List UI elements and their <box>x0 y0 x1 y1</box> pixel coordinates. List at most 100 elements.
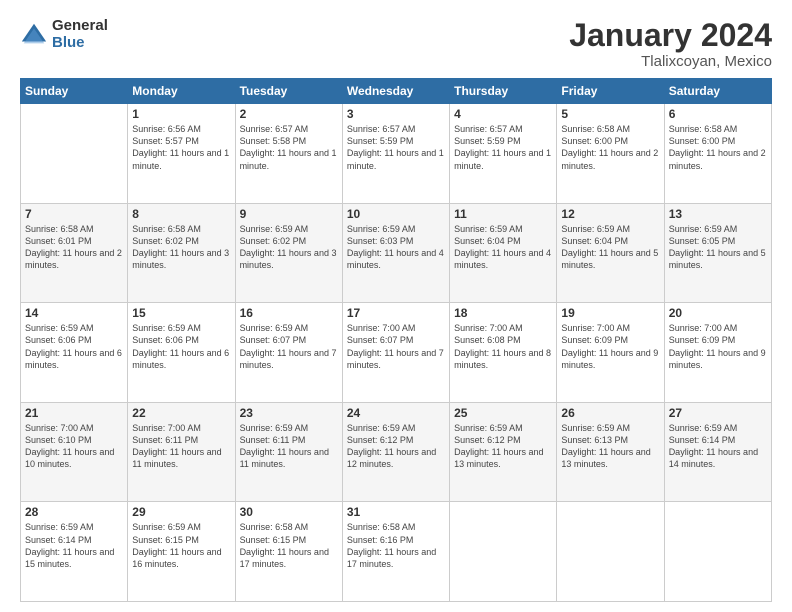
sunrise-text: Sunrise: 7:00 AM <box>561 323 630 333</box>
sunset-text: Sunset: 6:06 PM <box>25 335 92 345</box>
day-number: 17 <box>347 306 445 320</box>
day-info: Sunrise: 6:59 AM Sunset: 6:06 PM Dayligh… <box>25 322 123 371</box>
calendar-week-row: 28 Sunrise: 6:59 AM Sunset: 6:14 PM Dayl… <box>21 502 772 602</box>
calendar-cell: 24 Sunrise: 6:59 AM Sunset: 6:12 PM Dayl… <box>342 402 449 502</box>
sunset-text: Sunset: 6:03 PM <box>347 236 414 246</box>
sunrise-text: Sunrise: 6:59 AM <box>347 224 416 234</box>
calendar-cell: 8 Sunrise: 6:58 AM Sunset: 6:02 PM Dayli… <box>128 203 235 303</box>
calendar-week-row: 21 Sunrise: 7:00 AM Sunset: 6:10 PM Dayl… <box>21 402 772 502</box>
sunrise-text: Sunrise: 6:57 AM <box>454 124 523 134</box>
day-info: Sunrise: 6:59 AM Sunset: 6:06 PM Dayligh… <box>132 322 230 371</box>
daylight-text: Daylight: 11 hours and 8 minutes. <box>454 348 551 370</box>
calendar-cell: 29 Sunrise: 6:59 AM Sunset: 6:15 PM Dayl… <box>128 502 235 602</box>
col-friday: Friday <box>557 79 664 104</box>
day-info: Sunrise: 6:59 AM Sunset: 6:14 PM Dayligh… <box>669 422 767 471</box>
day-info: Sunrise: 7:00 AM Sunset: 6:08 PM Dayligh… <box>454 322 552 371</box>
day-info: Sunrise: 6:59 AM Sunset: 6:14 PM Dayligh… <box>25 521 123 570</box>
daylight-text: Daylight: 11 hours and 2 minutes. <box>25 248 122 270</box>
sunrise-text: Sunrise: 7:00 AM <box>347 323 416 333</box>
calendar-cell: 15 Sunrise: 6:59 AM Sunset: 6:06 PM Dayl… <box>128 303 235 403</box>
sunset-text: Sunset: 6:00 PM <box>561 136 628 146</box>
calendar-cell: 25 Sunrise: 6:59 AM Sunset: 6:12 PM Dayl… <box>450 402 557 502</box>
daylight-text: Daylight: 11 hours and 17 minutes. <box>347 547 436 569</box>
calendar-cell: 28 Sunrise: 6:59 AM Sunset: 6:14 PM Dayl… <box>21 502 128 602</box>
sunset-text: Sunset: 6:16 PM <box>347 535 414 545</box>
sunset-text: Sunset: 6:06 PM <box>132 335 199 345</box>
logo-text: General Blue <box>52 18 108 51</box>
calendar-cell <box>664 502 771 602</box>
day-number: 28 <box>25 505 123 519</box>
day-number: 11 <box>454 207 552 221</box>
daylight-text: Daylight: 11 hours and 1 minute. <box>132 148 229 170</box>
day-info: Sunrise: 7:00 AM Sunset: 6:09 PM Dayligh… <box>669 322 767 371</box>
day-number: 3 <box>347 107 445 121</box>
day-number: 14 <box>25 306 123 320</box>
title-block: January 2024 Tlalixcoyan, Mexico <box>569 18 772 70</box>
daylight-text: Daylight: 11 hours and 1 minute. <box>454 148 551 170</box>
day-number: 7 <box>25 207 123 221</box>
day-number: 20 <box>669 306 767 320</box>
day-info: Sunrise: 6:59 AM Sunset: 6:12 PM Dayligh… <box>347 422 445 471</box>
sunrise-text: Sunrise: 6:56 AM <box>132 124 201 134</box>
page: General Blue January 2024 Tlalixcoyan, M… <box>0 0 792 612</box>
sunset-text: Sunset: 5:59 PM <box>347 136 414 146</box>
calendar-cell: 12 Sunrise: 6:59 AM Sunset: 6:04 PM Dayl… <box>557 203 664 303</box>
daylight-text: Daylight: 11 hours and 9 minutes. <box>669 348 766 370</box>
day-number: 4 <box>454 107 552 121</box>
daylight-text: Daylight: 11 hours and 12 minutes. <box>347 447 436 469</box>
sunrise-text: Sunrise: 6:59 AM <box>240 224 309 234</box>
day-info: Sunrise: 6:59 AM Sunset: 6:13 PM Dayligh… <box>561 422 659 471</box>
day-info: Sunrise: 6:57 AM Sunset: 5:59 PM Dayligh… <box>454 123 552 172</box>
sunset-text: Sunset: 6:15 PM <box>240 535 307 545</box>
sunrise-text: Sunrise: 6:57 AM <box>347 124 416 134</box>
day-number: 25 <box>454 406 552 420</box>
calendar-cell <box>557 502 664 602</box>
day-info: Sunrise: 6:59 AM Sunset: 6:04 PM Dayligh… <box>561 223 659 272</box>
calendar-cell: 13 Sunrise: 6:59 AM Sunset: 6:05 PM Dayl… <box>664 203 771 303</box>
logo-general-text: General <box>52 18 108 35</box>
col-tuesday: Tuesday <box>235 79 342 104</box>
sunrise-text: Sunrise: 6:59 AM <box>240 323 309 333</box>
calendar-week-row: 1 Sunrise: 6:56 AM Sunset: 5:57 PM Dayli… <box>21 104 772 204</box>
daylight-text: Daylight: 11 hours and 2 minutes. <box>669 148 766 170</box>
day-number: 9 <box>240 207 338 221</box>
sunset-text: Sunset: 6:11 PM <box>132 435 198 445</box>
calendar-cell: 27 Sunrise: 6:59 AM Sunset: 6:14 PM Dayl… <box>664 402 771 502</box>
daylight-text: Daylight: 11 hours and 9 minutes. <box>561 348 658 370</box>
day-number: 15 <box>132 306 230 320</box>
day-info: Sunrise: 6:59 AM Sunset: 6:15 PM Dayligh… <box>132 521 230 570</box>
calendar-cell: 7 Sunrise: 6:58 AM Sunset: 6:01 PM Dayli… <box>21 203 128 303</box>
logo-icon <box>20 21 48 49</box>
calendar-cell: 14 Sunrise: 6:59 AM Sunset: 6:06 PM Dayl… <box>21 303 128 403</box>
calendar-cell: 6 Sunrise: 6:58 AM Sunset: 6:00 PM Dayli… <box>664 104 771 204</box>
calendar-table: Sunday Monday Tuesday Wednesday Thursday… <box>20 78 772 602</box>
col-sunday: Sunday <box>21 79 128 104</box>
day-number: 29 <box>132 505 230 519</box>
col-thursday: Thursday <box>450 79 557 104</box>
calendar-week-row: 7 Sunrise: 6:58 AM Sunset: 6:01 PM Dayli… <box>21 203 772 303</box>
day-number: 8 <box>132 207 230 221</box>
sunset-text: Sunset: 6:15 PM <box>132 535 199 545</box>
sunrise-text: Sunrise: 6:58 AM <box>132 224 201 234</box>
calendar-cell: 4 Sunrise: 6:57 AM Sunset: 5:59 PM Dayli… <box>450 104 557 204</box>
day-number: 13 <box>669 207 767 221</box>
sunrise-text: Sunrise: 6:58 AM <box>25 224 94 234</box>
daylight-text: Daylight: 11 hours and 11 minutes. <box>132 447 221 469</box>
day-info: Sunrise: 6:58 AM Sunset: 6:00 PM Dayligh… <box>561 123 659 172</box>
sunset-text: Sunset: 6:04 PM <box>454 236 521 246</box>
daylight-text: Daylight: 11 hours and 10 minutes. <box>25 447 114 469</box>
daylight-text: Daylight: 11 hours and 1 minute. <box>240 148 337 170</box>
sunrise-text: Sunrise: 7:00 AM <box>25 423 94 433</box>
day-info: Sunrise: 6:59 AM Sunset: 6:05 PM Dayligh… <box>669 223 767 272</box>
sunrise-text: Sunrise: 7:00 AM <box>454 323 523 333</box>
calendar-cell <box>450 502 557 602</box>
day-number: 27 <box>669 406 767 420</box>
calendar-cell: 23 Sunrise: 6:59 AM Sunset: 6:11 PM Dayl… <box>235 402 342 502</box>
sunrise-text: Sunrise: 6:59 AM <box>240 423 309 433</box>
title-location: Tlalixcoyan, Mexico <box>569 53 772 70</box>
day-info: Sunrise: 7:00 AM Sunset: 6:07 PM Dayligh… <box>347 322 445 371</box>
calendar-cell <box>21 104 128 204</box>
header: General Blue January 2024 Tlalixcoyan, M… <box>20 18 772 70</box>
day-number: 31 <box>347 505 445 519</box>
sunset-text: Sunset: 5:57 PM <box>132 136 199 146</box>
